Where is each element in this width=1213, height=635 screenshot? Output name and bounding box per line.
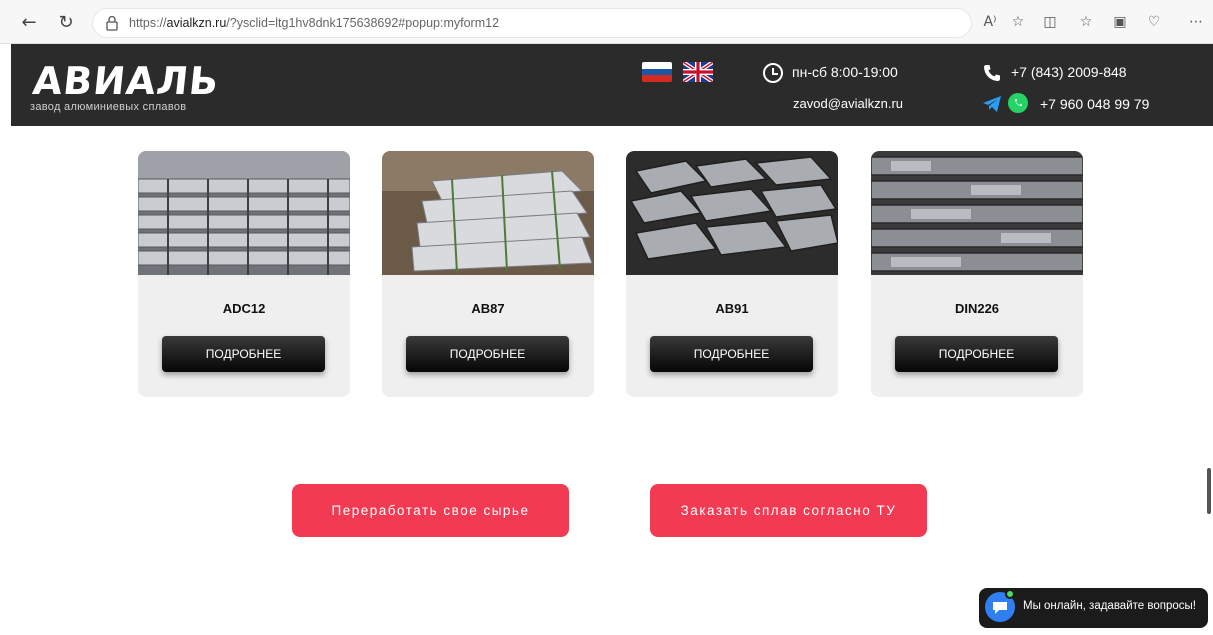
ingot-photo bbox=[626, 151, 838, 275]
address-bar[interactable]: https://avialkzn.ru/?ysclid=ltg1hv8dnk17… bbox=[92, 8, 972, 38]
product-title: АВ91 bbox=[715, 301, 749, 316]
favorite-star-icon[interactable]: ☆ bbox=[1008, 12, 1028, 32]
site-header: АВИАЛЬ завод алюминиевых сплавов пн-сб 8… bbox=[11, 44, 1213, 126]
product-card: ADC12 ПОДРОБНЕЕ bbox=[138, 151, 350, 397]
ingot-photo bbox=[871, 151, 1083, 275]
reload-icon[interactable]: ↻ bbox=[55, 12, 77, 34]
details-button[interactable]: ПОДРОБНЕЕ bbox=[162, 336, 325, 372]
whatsapp-icon[interactable] bbox=[1008, 93, 1028, 113]
telegram-icon[interactable] bbox=[982, 95, 1002, 113]
scrollbar-thumb[interactable] bbox=[1207, 468, 1211, 514]
details-button[interactable]: ПОДРОБНЕЕ bbox=[406, 336, 569, 372]
english-flag-icon[interactable] bbox=[683, 62, 713, 82]
back-arrow-icon[interactable]: ← bbox=[18, 12, 40, 34]
product-card: DIN226 ПОДРОБНЕЕ bbox=[871, 151, 1083, 397]
details-button[interactable]: ПОДРОБНЕЕ bbox=[650, 336, 813, 372]
chat-label: Мы онлайн, задавайте вопросы! bbox=[1023, 600, 1196, 612]
phone-icon bbox=[984, 65, 1000, 81]
logo[interactable]: АВИАЛЬ bbox=[31, 59, 222, 103]
ingot-photo bbox=[138, 151, 350, 275]
logo-subtitle: завод алюминиевых сплавов bbox=[30, 101, 187, 113]
url-text: https://avialkzn.ru/?ysclid=ltg1hv8dnk17… bbox=[129, 16, 500, 30]
online-status-indicator bbox=[1005, 589, 1015, 599]
browser-toolbar: ← ↻ https://avialkzn.ru/?ysclid=ltg1hv8d… bbox=[0, 0, 1213, 44]
lock-icon bbox=[106, 15, 118, 31]
product-title: АВ87 bbox=[471, 301, 505, 316]
clock-icon bbox=[763, 63, 783, 83]
working-hours: пн-сб 8:00-19:00 bbox=[792, 64, 898, 80]
split-screen-icon[interactable]: ◫ bbox=[1040, 12, 1060, 32]
product-title: DIN226 bbox=[954, 301, 1000, 316]
phone-number[interactable]: +7 (843) 2009-848 bbox=[1011, 64, 1127, 80]
details-button[interactable]: ПОДРОБНЕЕ bbox=[895, 336, 1058, 372]
read-aloud-icon[interactable]: A⁾ bbox=[980, 12, 1000, 32]
product-card: АВ91 ПОДРОБНЕЕ bbox=[626, 151, 838, 397]
favorites-list-icon[interactable]: ☆ bbox=[1076, 12, 1096, 32]
more-menu-icon[interactable]: ⋯ bbox=[1186, 12, 1206, 32]
chat-widget[interactable]: Мы онлайн, задавайте вопросы! bbox=[979, 588, 1208, 628]
ingot-photo bbox=[382, 151, 594, 275]
product-card: АВ87 ПОДРОБНЕЕ bbox=[382, 151, 594, 397]
product-title: ADC12 bbox=[222, 301, 266, 316]
russian-flag-icon[interactable] bbox=[642, 62, 672, 82]
extensions-icon[interactable]: ♡ bbox=[1144, 12, 1164, 32]
recycle-raw-material-button[interactable]: Переработать свое сырье bbox=[292, 484, 569, 537]
email-link[interactable]: zavod@avialkzn.ru bbox=[793, 96, 903, 111]
collections-icon[interactable]: ▣ bbox=[1110, 12, 1130, 32]
order-alloy-button[interactable]: Заказать сплав согласно ТУ bbox=[650, 484, 927, 537]
mobile-number[interactable]: +7 960 048 99 79 bbox=[1040, 96, 1149, 112]
